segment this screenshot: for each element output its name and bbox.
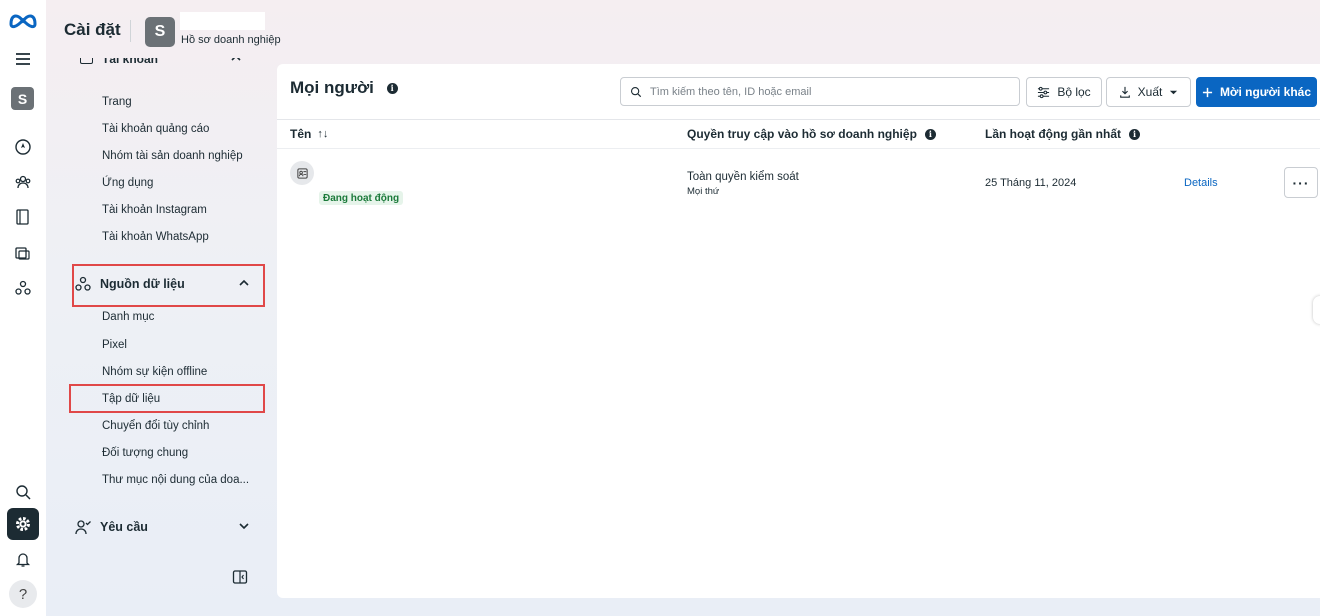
collapse-sidebar-icon[interactable]: [232, 569, 248, 585]
sidebar-item-content-library[interactable]: Thư mục nội dung của doa...: [102, 474, 249, 486]
details-link[interactable]: Details: [1184, 177, 1218, 189]
people-title: Mọi người: [290, 78, 374, 97]
accounts-icon: [80, 58, 93, 64]
meta-logo-icon[interactable]: [7, 4, 39, 36]
sort-icon: ↑↓: [317, 128, 329, 140]
sidebar-item-pages[interactable]: Trang: [102, 96, 132, 108]
column-last-active-label: Lần hoạt động gần nhất: [985, 127, 1121, 141]
filter-sliders-icon: [1038, 86, 1050, 98]
highlight-box-datasets: [69, 384, 265, 413]
status-badge: Đang hoạt động: [319, 191, 404, 205]
table-row[interactable]: Đang hoạt động Toàn quyền kiểm soát Mọi …: [277, 150, 1320, 216]
plus-icon: [1202, 87, 1213, 97]
info-icon[interactable]: i: [386, 82, 398, 94]
column-last-active-header: Lần hoạt động gần nhất i: [985, 127, 1140, 141]
highlight-box-data-sources: [72, 264, 265, 307]
menu-icon[interactable]: [7, 43, 39, 75]
sidebar-item-pixel[interactable]: Pixel: [102, 339, 127, 351]
sidebar-item-apps[interactable]: Ứng dụng: [102, 177, 153, 189]
access-scope: Mọi thứ: [687, 186, 720, 197]
last-active-date: 25 Tháng 11, 2024: [985, 177, 1077, 189]
sidebar-item-instagram-accounts[interactable]: Tài khoản Instagram: [102, 204, 207, 216]
section-accounts-header[interactable]: Tài khoản: [62, 58, 276, 70]
section-requests-header[interactable]: Yêu cầu: [74, 509, 264, 545]
business-name-redacted: [180, 12, 265, 30]
chevron-down-icon: [239, 523, 249, 530]
section-accounts-label: Tài khoản: [102, 58, 159, 66]
caret-down-icon: [1170, 90, 1178, 94]
section-requests-label: Yêu cầu: [100, 520, 148, 534]
business-avatar[interactable]: S: [145, 17, 175, 47]
filter-label: Bộ lọc: [1057, 85, 1091, 99]
sidebar-item-business-asset-groups[interactable]: Nhóm tài sản doanh nghiệp: [102, 150, 243, 162]
sidebar-item-catalogs[interactable]: Danh mục: [102, 311, 154, 323]
info-icon[interactable]: i: [1128, 128, 1140, 140]
export-button[interactable]: Xuất: [1106, 77, 1191, 107]
invite-people-button[interactable]: Mời người khác: [1196, 77, 1317, 107]
page-title: Cài đặt: [64, 20, 121, 39]
data-sources-icon[interactable]: [7, 272, 39, 304]
sidebar-item-offline-event-sets[interactable]: Nhóm sự kiện offline: [102, 366, 207, 378]
header-divider: [130, 20, 131, 42]
settings-gear-icon[interactable]: [7, 508, 39, 540]
info-icon[interactable]: i: [924, 128, 936, 140]
compass-icon[interactable]: [7, 131, 39, 163]
search-icon: [630, 86, 642, 97]
catalog-icon[interactable]: [7, 237, 39, 269]
settings-sidebar: Tài khoản Trang Tài khoản quảng cáo Nhóm…: [62, 58, 276, 598]
person-check-icon: [74, 518, 92, 536]
business-subtitle: Hồ sơ doanh nghiệp: [181, 34, 281, 46]
business-avatar-rail[interactable]: S: [11, 87, 34, 110]
column-access-label: Quyền truy cập vào hồ sơ doanh nghiệp: [687, 127, 917, 141]
sidebar-item-ad-accounts[interactable]: Tài khoản quảng cáo: [102, 123, 209, 135]
bell-icon[interactable]: [7, 543, 39, 575]
chevron-up-icon: [231, 58, 241, 61]
column-name-label: Tên: [290, 127, 312, 141]
invite-label: Mời người khác: [1219, 85, 1312, 99]
column-access-header: Quyền truy cập vào hồ sơ doanh nghiệp i: [687, 127, 936, 141]
more-options-button[interactable]: ···: [1284, 167, 1318, 198]
sidebar-item-whatsapp-accounts[interactable]: Tài khoản WhatsApp: [102, 231, 209, 243]
sidebar-item-shared-audiences[interactable]: Đối tượng chung: [102, 447, 188, 459]
export-label: Xuất: [1137, 85, 1163, 99]
people-panel: Mọi người i Bộ lọc Xuất Mời người khác T…: [277, 64, 1320, 598]
left-rail: S ?: [0, 0, 46, 616]
filter-button[interactable]: Bộ lọc: [1026, 77, 1102, 107]
search-icon[interactable]: [7, 476, 39, 508]
people-icon[interactable]: [7, 166, 39, 198]
table-header: Tên ↑↓ Quyền truy cập vào hồ sơ doanh ng…: [277, 119, 1320, 149]
search-input[interactable]: [650, 85, 990, 98]
people-title-wrap: Mọi người i: [290, 78, 398, 98]
user-avatar-icon: [290, 161, 314, 185]
search-field[interactable]: [620, 77, 1020, 106]
side-panel-toggle[interactable]: [1313, 296, 1320, 324]
sidebar-item-custom-conversions[interactable]: Chuyển đổi tùy chỉnh: [102, 420, 209, 432]
help-icon[interactable]: ?: [9, 580, 37, 608]
column-name-header[interactable]: Tên ↑↓: [290, 127, 328, 141]
download-icon: [1119, 86, 1130, 98]
access-level: Toàn quyền kiểm soát: [687, 171, 799, 183]
book-icon[interactable]: [7, 201, 39, 233]
